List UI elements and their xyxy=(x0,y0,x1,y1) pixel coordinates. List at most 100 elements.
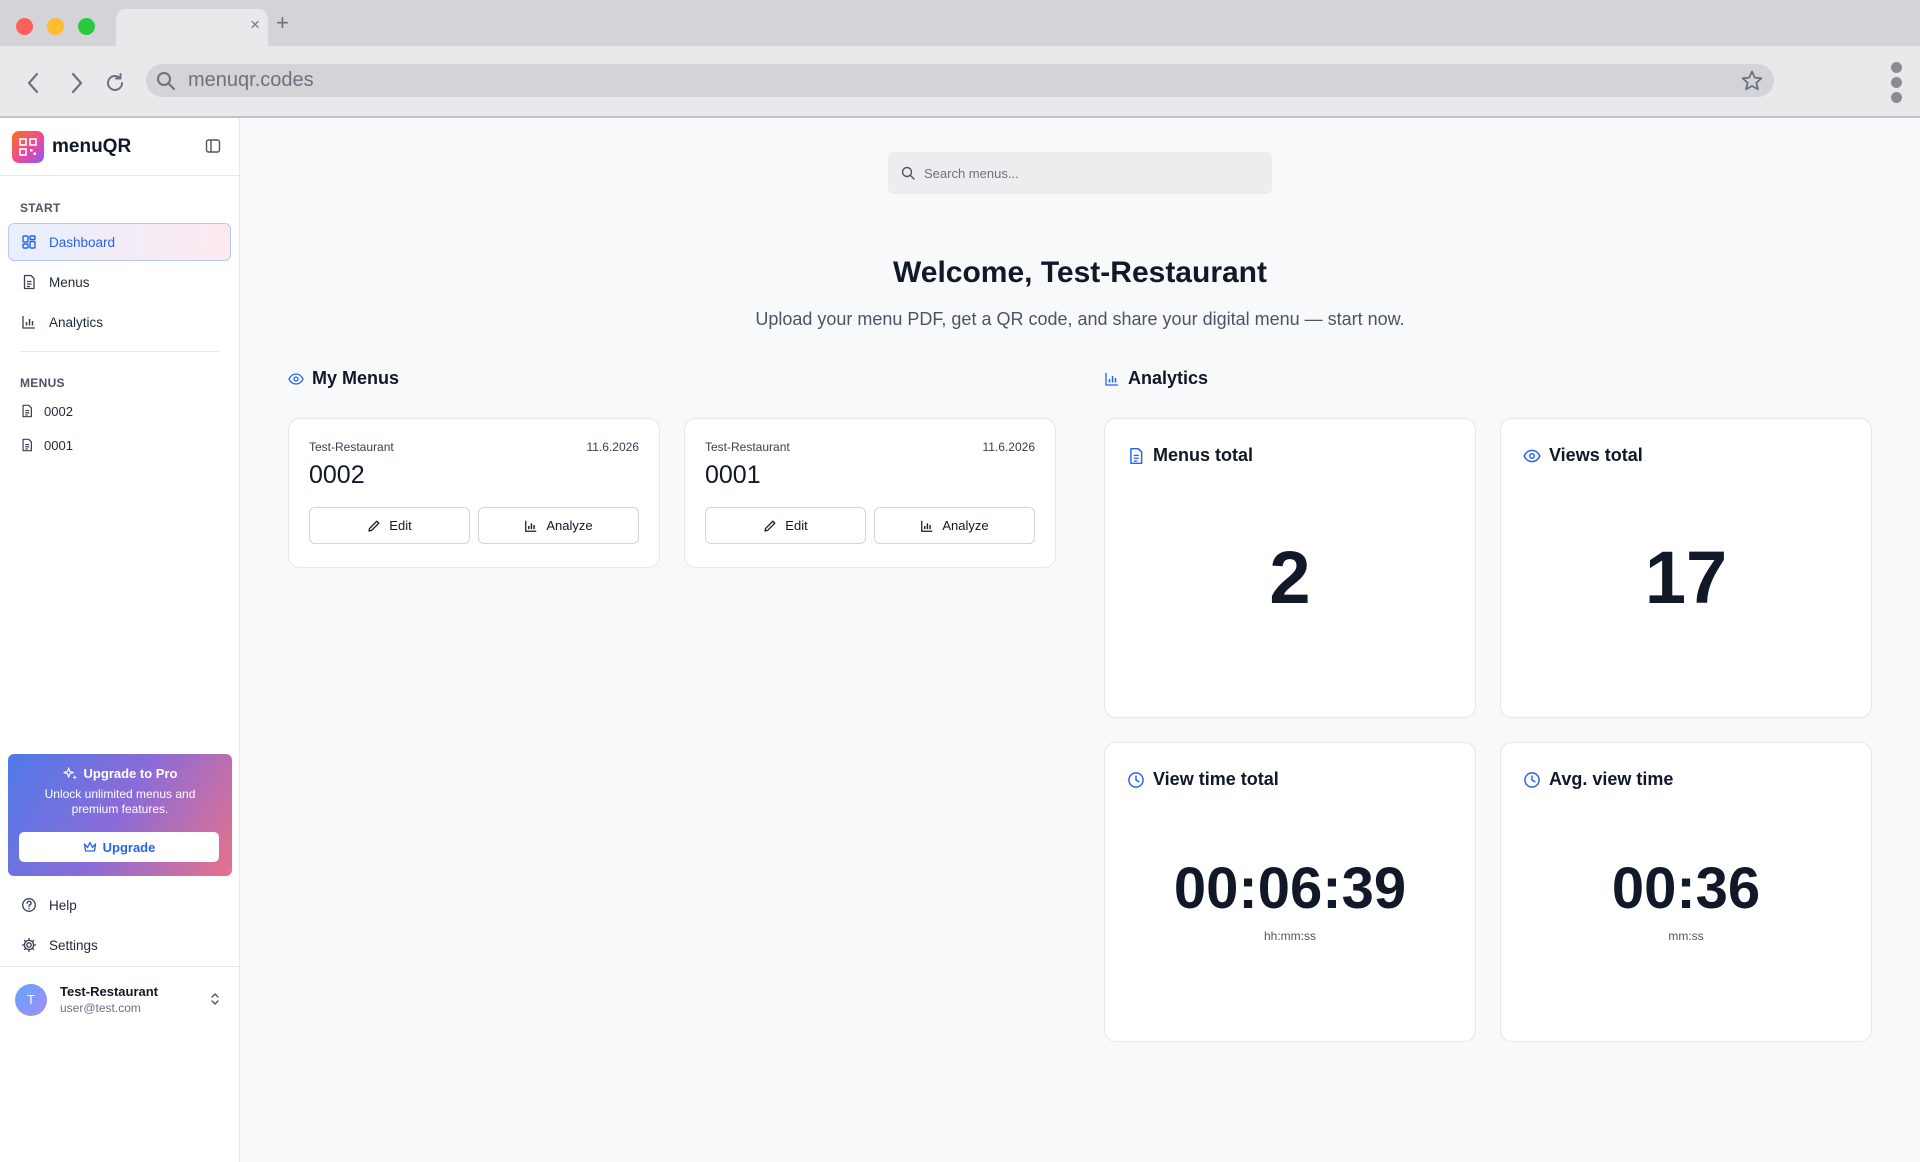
maximize-window-button[interactable] xyxy=(78,18,95,35)
eye-icon xyxy=(288,372,304,385)
menu-date: 11.6.2026 xyxy=(982,440,1036,454)
edit-button[interactable]: Edit xyxy=(705,507,866,544)
sidebar-item-dashboard[interactable]: Dashboard xyxy=(8,223,231,261)
avatar: T xyxy=(15,983,47,1016)
bookmark-star-icon[interactable] xyxy=(1740,69,1764,99)
sidebar-item-settings[interactable]: Settings xyxy=(8,926,231,964)
menus-section-label: MENUS xyxy=(20,376,65,390)
reload-icon[interactable] xyxy=(100,68,130,98)
upgrade-title: Upgrade to Pro xyxy=(8,766,232,781)
pencil-icon xyxy=(368,520,380,532)
brand: menuQR xyxy=(0,118,239,176)
edit-button[interactable]: Edit xyxy=(309,507,470,544)
tab-close-icon[interactable]: × xyxy=(250,15,260,35)
stat-value: 00:36 xyxy=(1611,856,1761,921)
analytics-heading: Analytics xyxy=(1104,368,1208,389)
sidebar-item-label: Dashboard xyxy=(49,234,116,250)
menu-date: 11.6.2026 xyxy=(586,440,640,454)
user-name: Test-Restaurant xyxy=(60,984,159,999)
upgrade-title-text: Upgrade to Pro xyxy=(83,766,178,781)
stat-value: 2 xyxy=(1269,536,1311,619)
menu-restaurant: Test-Restaurant xyxy=(309,440,394,454)
stat-unit: mm:ss xyxy=(1668,929,1704,943)
menu-card: Test-Restaurant 11.6.2026 0001 Edit Anal… xyxy=(684,418,1056,568)
address-bar[interactable]: menuqr.codes xyxy=(146,64,1774,97)
analyze-button[interactable]: Analyze xyxy=(874,507,1035,544)
menu-name: 0002 xyxy=(309,461,365,489)
stat-card-avg-view-time: Avg. view time 00:36 mm:ss xyxy=(1500,742,1872,1042)
sparkles-icon xyxy=(62,767,77,780)
upgrade-card: Upgrade to Pro Unlock unlimited menus an… xyxy=(8,754,232,876)
sidebar-bottom-nav: Help Settings xyxy=(0,886,239,964)
user-email: user@test.com xyxy=(60,1001,141,1015)
user-account-switcher[interactable]: T Test-Restaurant user@test.com xyxy=(0,966,239,1032)
menu-restaurant: Test-Restaurant xyxy=(705,440,790,454)
page-title: Welcome, Test-Restaurant xyxy=(893,256,1267,289)
help-circle-icon xyxy=(22,898,36,912)
start-section-label: START xyxy=(20,201,61,215)
pencil-icon xyxy=(764,520,776,532)
edit-button-label: Edit xyxy=(785,518,808,533)
browser-menu-icon[interactable] xyxy=(1891,62,1902,103)
new-tab-icon[interactable]: + xyxy=(276,10,289,36)
sidebar-toggle-icon[interactable] xyxy=(205,138,221,159)
main-content: Welcome, Test-Restaurant Upload your men… xyxy=(240,118,1920,1162)
sidebar-item-label: Analytics xyxy=(49,314,104,330)
stat-title-text: Avg. view time xyxy=(1549,769,1674,789)
edit-button-label: Edit xyxy=(389,518,412,533)
bar-chart-icon xyxy=(525,520,537,532)
sidebar-item-label: Help xyxy=(49,897,77,913)
search-input[interactable] xyxy=(924,165,1244,181)
analytics-title: Analytics xyxy=(1128,368,1209,388)
upgrade-button[interactable]: Upgrade xyxy=(19,832,219,862)
menu-name: 0001 xyxy=(705,461,761,489)
qr-logo-icon xyxy=(12,130,44,163)
my-menus-heading: My Menus xyxy=(288,368,399,389)
stat-unit: hh:mm:ss xyxy=(1263,929,1316,943)
stat-card-menus-total: Menus total 2 xyxy=(1104,418,1476,718)
minimize-window-button[interactable] xyxy=(47,18,64,35)
sidebar-menu-label: 0002 xyxy=(44,403,73,419)
stat-title: Menus total xyxy=(1127,445,1253,466)
close-window-button[interactable] xyxy=(16,18,33,35)
sidebar-menu-label: 0001 xyxy=(44,437,73,453)
document-icon xyxy=(22,438,32,452)
search-icon xyxy=(156,71,176,97)
browser-tab-strip: × + xyxy=(0,0,1920,46)
app: menuQR START Dashboard Menus Analytics M… xyxy=(0,118,1920,1162)
search-box xyxy=(888,152,1272,194)
stat-title-text: Views total xyxy=(1549,445,1643,465)
bar-chart-icon xyxy=(921,520,933,532)
brand-name: menuQR xyxy=(52,135,132,157)
sidebar-item-label: Settings xyxy=(49,937,98,953)
page-subtitle: Upload your menu PDF, get a QR code, and… xyxy=(755,309,1405,329)
gear-icon xyxy=(21,937,37,953)
stat-title-text: View time total xyxy=(1153,769,1279,789)
my-menus-title: My Menus xyxy=(312,368,400,388)
forward-icon[interactable] xyxy=(62,68,92,98)
stat-value: 00:06:39 xyxy=(1173,856,1407,921)
chevron-up-down-icon xyxy=(209,991,221,1012)
analyze-button-label: Analyze xyxy=(942,518,989,533)
browser-toolbar: menuqr.codes xyxy=(0,46,1920,118)
sidebar-item-help[interactable]: Help xyxy=(8,886,231,924)
clock-icon xyxy=(1524,771,1540,788)
sidebar-item-menus[interactable]: Menus xyxy=(8,263,231,301)
stat-title: Avg. view time xyxy=(1523,769,1673,790)
sidebar-item-analytics[interactable]: Analytics xyxy=(8,303,231,341)
bar-chart-icon xyxy=(1105,372,1118,386)
analyze-button[interactable]: Analyze xyxy=(478,507,639,544)
bar-chart-icon xyxy=(22,316,35,329)
sidebar-menu-0001[interactable]: 0001 xyxy=(8,428,231,462)
sidebar-divider xyxy=(20,351,219,352)
eye-icon xyxy=(1523,449,1541,462)
browser-tab[interactable]: × xyxy=(116,9,268,46)
sidebar-menu-0002[interactable]: 0002 xyxy=(8,394,231,428)
stat-title: View time total xyxy=(1127,769,1279,790)
back-icon[interactable] xyxy=(18,68,48,98)
stat-value: 17 xyxy=(1644,536,1728,619)
document-icon xyxy=(23,274,35,290)
crown-icon xyxy=(83,841,96,852)
address-url: menuqr.codes xyxy=(188,69,314,91)
dashboard-icon xyxy=(22,235,36,249)
